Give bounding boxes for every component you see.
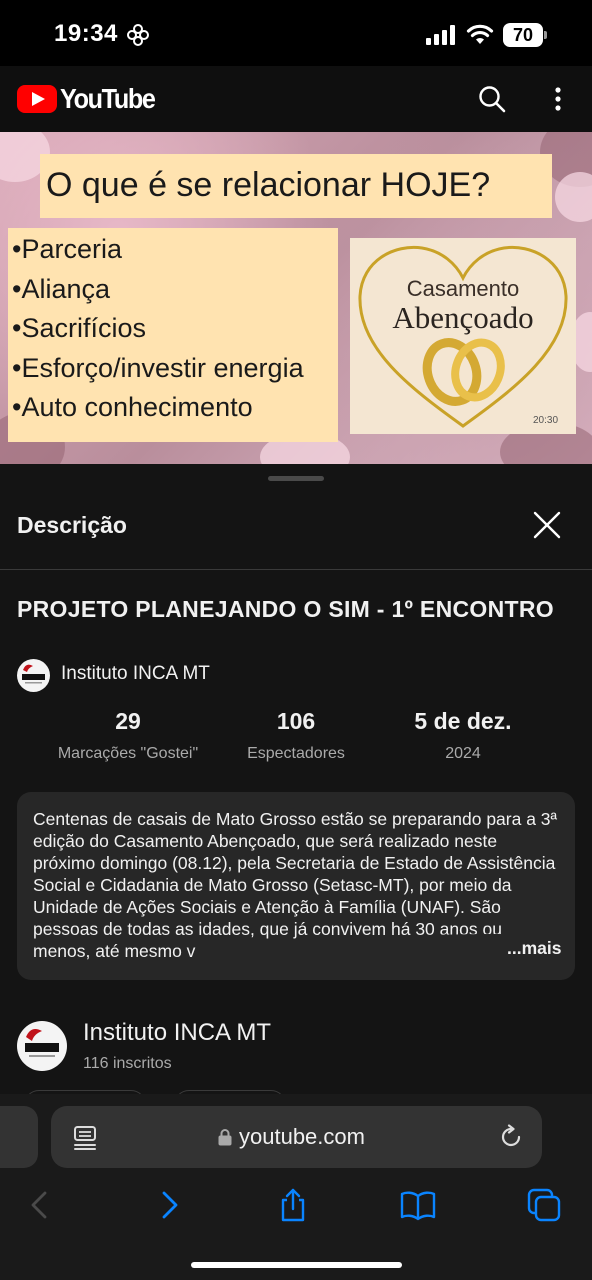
views-stat: 106 Espectadores xyxy=(201,706,391,764)
video-player-thumbnail[interactable]: O que é se relacionar HOJE? •Parceria •A… xyxy=(0,132,592,464)
home-indicator xyxy=(191,1262,402,1268)
wifi-icon xyxy=(466,24,494,44)
cellular-signal-icon xyxy=(426,25,455,45)
likes-count: 29 xyxy=(115,708,141,734)
channel-name-large[interactable]: Instituto INCA MT xyxy=(83,1019,271,1047)
publish-year: 2024 xyxy=(445,745,481,762)
search-icon[interactable] xyxy=(478,85,506,113)
battery-indicator: 70 xyxy=(503,23,547,47)
back-icon[interactable] xyxy=(22,1187,58,1223)
focus-flower-icon xyxy=(127,24,149,46)
channel-avatar[interactable] xyxy=(17,659,50,692)
reload-icon[interactable] xyxy=(498,1124,524,1150)
close-icon[interactable] xyxy=(530,508,564,542)
badge-casamento-text: Casamento xyxy=(406,276,520,301)
previous-tab-peek[interactable] xyxy=(0,1106,38,1168)
forward-icon[interactable] xyxy=(151,1187,187,1223)
views-count: 106 xyxy=(276,708,316,734)
more-options-icon[interactable] xyxy=(548,85,568,113)
likes-stat: 29 Marcações "Gostei" xyxy=(33,706,223,764)
publish-date: 5 de dez. xyxy=(414,708,512,734)
description-sheet: Descrição PROJETO PLANEJANDO O SIM - 1º … xyxy=(0,464,592,1104)
views-label: Espectadores xyxy=(247,745,345,762)
thumbnail-bullet-list: •Parceria •Aliança •Sacrifícios •Esforço… xyxy=(12,230,304,428)
sheet-drag-handle[interactable] xyxy=(268,476,324,481)
thumbnail-heading: O que é se relacionar HOJE? xyxy=(46,166,491,204)
thumbnail-bullet: •Esforço/investir energia xyxy=(12,352,304,383)
status-bar: 19:34 70 xyxy=(0,0,592,66)
share-icon[interactable] xyxy=(275,1187,311,1223)
thumbnail-bullet: •Parceria xyxy=(12,234,122,264)
page-menu-icon[interactable] xyxy=(73,1125,97,1151)
tabs-icon[interactable] xyxy=(526,1187,562,1223)
thumbnail-bullet: •Auto conhecimento xyxy=(12,392,253,422)
description-card[interactable]: Centenas de casais de Mato Grosso estão … xyxy=(17,792,575,980)
status-time: 19:34 xyxy=(54,20,118,47)
battery-level: 70 xyxy=(512,25,534,45)
youtube-logo[interactable]: YouTube xyxy=(17,83,165,115)
browser-toolbar: youtube.com xyxy=(0,1094,592,1280)
thumbnail-bullet: •Aliança xyxy=(12,273,111,304)
likes-label: Marcações "Gostei" xyxy=(57,745,199,762)
sheet-title: Descrição xyxy=(17,512,127,538)
channel-name[interactable]: Instituto INCA MT xyxy=(61,663,210,685)
wedding-rings-icon xyxy=(422,338,505,406)
badge-abencoado-text: Abençoado xyxy=(392,300,534,335)
youtube-logo-text: YouTube xyxy=(60,83,156,114)
channel-avatar-large[interactable] xyxy=(17,1021,67,1071)
video-duration-label: 20:30 xyxy=(533,415,559,426)
bookmarks-icon[interactable] xyxy=(400,1187,436,1223)
lock-icon xyxy=(218,1129,232,1146)
divider xyxy=(0,569,592,570)
show-more-link[interactable]: ...mais xyxy=(501,937,562,959)
youtube-play-icon xyxy=(17,85,57,113)
thumbnail-bullet: •Sacrifícios xyxy=(12,313,146,343)
address-bar[interactable]: youtube.com xyxy=(51,1106,542,1168)
video-title: PROJETO PLANEJANDO O SIM - 1º ENCONTRO xyxy=(17,596,554,622)
youtube-header: YouTube xyxy=(0,66,592,132)
date-stat: 5 de dez. 2024 xyxy=(368,706,558,764)
url-text: youtube.com xyxy=(239,1124,365,1149)
subscriber-count: 116 inscritos xyxy=(83,1055,172,1072)
